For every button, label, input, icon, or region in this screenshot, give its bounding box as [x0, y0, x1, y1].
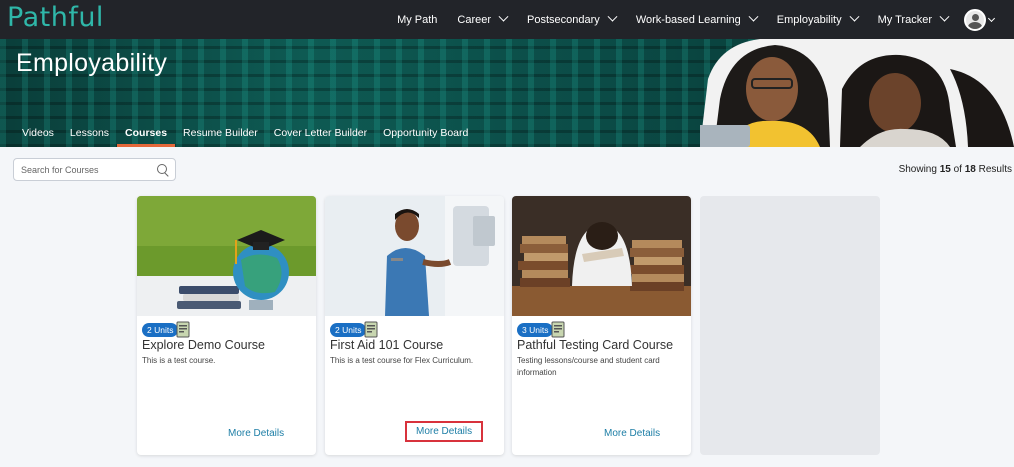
course-title[interactable]: Explore Demo Course [142, 338, 265, 352]
main-nav: My Path Career Postsecondary Work-based … [387, 0, 996, 39]
nav-label: Employability [776, 13, 842, 26]
units-badge: 2 Units [330, 322, 367, 337]
tab-resume-builder[interactable]: Resume Builder [175, 123, 266, 147]
results-prefix: Showing [898, 164, 937, 175]
nav-my-tracker[interactable]: My Tracker [868, 0, 958, 39]
avatar-icon[interactable] [964, 8, 986, 31]
results-of: of [953, 164, 962, 175]
more-details-link[interactable]: More Details [405, 421, 484, 442]
chevron-down-icon [748, 11, 759, 22]
units-indicator: 2 Units [142, 321, 190, 338]
course-image-books-stack [512, 196, 691, 316]
nav-label: Career [457, 13, 492, 26]
more-details-link[interactable]: More Details [228, 428, 284, 439]
results-shown: 15 [939, 164, 951, 175]
tab-videos[interactable]: Videos [14, 123, 62, 147]
top-navigation-bar: Pathful My Path Career Postsecondary Wor… [0, 0, 1014, 39]
results-suffix: Results [978, 164, 1012, 175]
course-card-first-aid-101[interactable]: 2 Units First Aid 101 Course This is a t… [325, 196, 504, 455]
chevron-down-icon [849, 11, 860, 22]
nav-work-based-learning[interactable]: Work-based Learning [626, 0, 767, 39]
certificate-icon [364, 321, 378, 338]
section-tabs: Videos Lessons Courses Resume Builder Co… [14, 123, 476, 147]
course-image-medical-worker [325, 196, 504, 316]
results-total: 18 [964, 164, 976, 175]
hero-banner: Employability Videos Lessons Courses Res… [0, 39, 1014, 147]
search-input[interactable] [14, 159, 149, 180]
course-description: Testing lessons/course and student card … [517, 356, 660, 377]
search-icon[interactable] [157, 164, 167, 174]
certificate-icon [176, 321, 190, 338]
tab-courses[interactable]: Courses [117, 123, 176, 147]
certificate-icon [551, 321, 565, 338]
units-indicator: 2 Units [330, 321, 378, 338]
pathful-logo[interactable]: Pathful [7, 2, 104, 33]
course-card-explore-demo[interactable]: 2 Units Explore Demo Course This is a te… [137, 196, 316, 455]
chevron-down-icon [987, 14, 996, 22]
nav-label: Work-based Learning [635, 13, 741, 26]
course-card-pathful-testing[interactable]: 3 Units Pathful Testing Card Course Test… [512, 196, 691, 455]
units-badge: 2 Units [142, 322, 179, 337]
hero-photo-students [700, 39, 1014, 147]
results-count: Showing 15 of 18 Results [899, 164, 1012, 175]
user-menu[interactable] [964, 8, 996, 31]
chevron-down-icon [607, 11, 618, 22]
search-box [13, 158, 176, 181]
course-card-placeholder [700, 196, 880, 455]
course-title[interactable]: First Aid 101 Course [330, 338, 443, 352]
nav-label: Postsecondary [527, 13, 600, 26]
course-description: This is a test course. [142, 356, 216, 365]
course-description: This is a test course for Flex Curriculu… [330, 356, 474, 365]
course-image-globe-graduation [137, 196, 316, 316]
tab-lessons[interactable]: Lessons [62, 123, 117, 147]
page-title: Employability [16, 49, 168, 77]
nav-label: My Path [397, 13, 438, 26]
nav-label: My Tracker [877, 13, 932, 26]
nav-postsecondary[interactable]: Postsecondary [517, 0, 626, 39]
chevron-down-icon [939, 11, 950, 22]
nav-employability[interactable]: Employability [767, 0, 868, 39]
nav-career[interactable]: Career [447, 0, 517, 39]
tab-cover-letter-builder[interactable]: Cover Letter Builder [266, 123, 375, 147]
course-title[interactable]: Pathful Testing Card Course [517, 338, 673, 352]
units-badge: 3 Units [517, 322, 554, 337]
units-indicator: 3 Units [517, 321, 565, 338]
more-details-link[interactable]: More Details [604, 428, 660, 439]
nav-my-path[interactable]: My Path [387, 0, 447, 39]
chevron-down-icon [498, 11, 509, 22]
tab-opportunity-board[interactable]: Opportunity Board [375, 123, 476, 147]
